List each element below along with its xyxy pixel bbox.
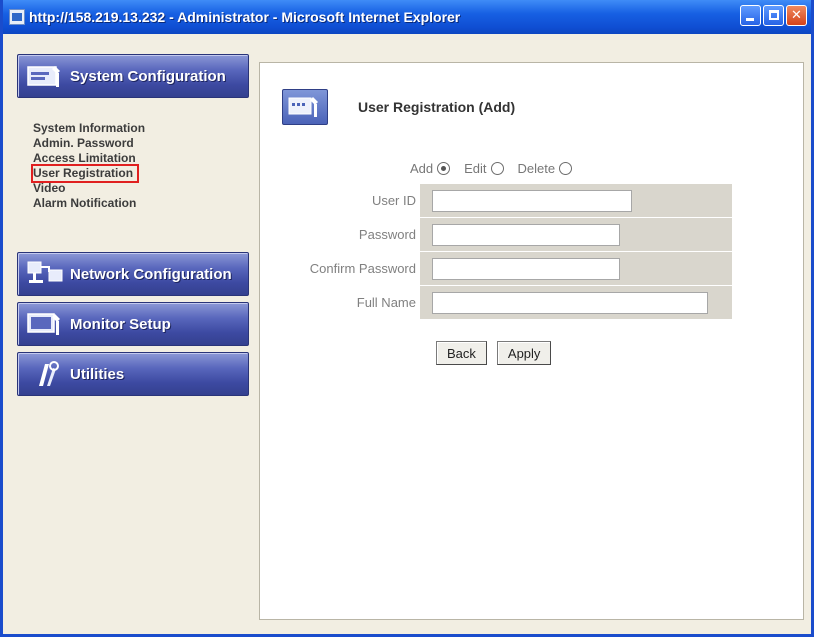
menu-monitor-setup-label: Monitor Setup (70, 315, 171, 333)
window-controls: ✕ (740, 5, 807, 26)
sidebar-item-access-limitation[interactable]: Access Limitation (33, 151, 136, 166)
minimize-icon (746, 18, 754, 21)
confirm-password-label: Confirm Password (309, 261, 416, 276)
close-icon: ✕ (791, 8, 802, 23)
close-button[interactable]: ✕ (786, 5, 807, 26)
system-config-submenu: System Information Admin. Password Acces… (30, 121, 243, 211)
mode-add-option[interactable]: Add (410, 160, 451, 176)
ie-page-icon (9, 9, 25, 25)
back-button[interactable]: Back (436, 341, 487, 365)
user-form: User ID Password Confirm Password Full N… (282, 184, 732, 320)
mode-selector: Add Edit Delete (410, 158, 573, 178)
full-name-input[interactable] (432, 291, 708, 314)
mode-delete-radio[interactable] (559, 161, 573, 175)
monitor-icon (26, 309, 66, 339)
sidebar-item-system-information[interactable]: System Information (33, 121, 145, 136)
mode-edit-option[interactable]: Edit (464, 160, 504, 176)
maximize-icon (769, 10, 779, 20)
menu-system-configuration-label: System Configuration (70, 67, 226, 85)
sidebar-item-admin-password[interactable]: Admin. Password (33, 136, 134, 151)
sidebar-item-user-registration[interactable]: User Registration (30, 164, 140, 183)
mode-delete-option[interactable]: Delete (518, 161, 573, 176)
confirm-password-cell (420, 252, 732, 285)
menu-utilities-label: Utilities (70, 365, 125, 383)
password-cell (420, 218, 732, 251)
form-row-full-name: Full Name (282, 286, 732, 320)
user-registration-icon (282, 89, 328, 125)
user-id-label: User ID (371, 193, 416, 208)
page-title: User Registration (Add) (358, 99, 516, 115)
mode-add-radio[interactable] (437, 161, 451, 175)
form-actions: Back Apply (436, 341, 552, 365)
form-row-password: Password (282, 218, 732, 252)
mode-edit-radio[interactable] (490, 161, 504, 175)
full-name-label: Full Name (356, 295, 416, 310)
tools-icon (26, 359, 66, 389)
title-bar: http://158.219.13.232 - Administrator - … (3, 0, 811, 34)
menu-monitor-setup[interactable]: Monitor Setup (17, 302, 249, 346)
menu-system-configuration[interactable]: System Configuration (17, 54, 249, 98)
minimize-button[interactable] (740, 5, 761, 26)
mode-edit-label: Edit (464, 160, 487, 176)
sidebar-item-video[interactable]: Video (33, 181, 65, 196)
system-config-icon (26, 61, 66, 91)
sidebar: System Configuration System Information … (17, 50, 249, 630)
menu-network-configuration-label: Network Configuration (70, 265, 232, 283)
sidebar-item-alarm-notification[interactable]: Alarm Notification (33, 196, 136, 211)
password-input[interactable] (432, 223, 620, 246)
form-row-user-id: User ID (282, 184, 732, 218)
mode-delete-label: Delete (517, 160, 556, 176)
confirm-password-input[interactable] (432, 257, 620, 280)
network-icon (26, 259, 66, 289)
browser-window: http://158.219.13.232 - Administrator - … (0, 0, 814, 637)
menu-utilities[interactable]: Utilities (17, 352, 249, 396)
menu-network-configuration[interactable]: Network Configuration (17, 252, 249, 296)
full-name-cell (420, 286, 732, 319)
window-title: http://158.219.13.232 - Administrator - … (29, 9, 461, 25)
password-label: Password (358, 227, 416, 242)
mode-add-label: Add (410, 160, 434, 176)
apply-button[interactable]: Apply (496, 341, 552, 365)
main-content: User Registration (Add) Add Edit Delete … (259, 62, 804, 620)
user-id-cell (420, 184, 732, 217)
maximize-button[interactable] (763, 5, 784, 26)
form-row-confirm-password: Confirm Password (282, 252, 732, 286)
user-id-input[interactable] (432, 189, 632, 212)
